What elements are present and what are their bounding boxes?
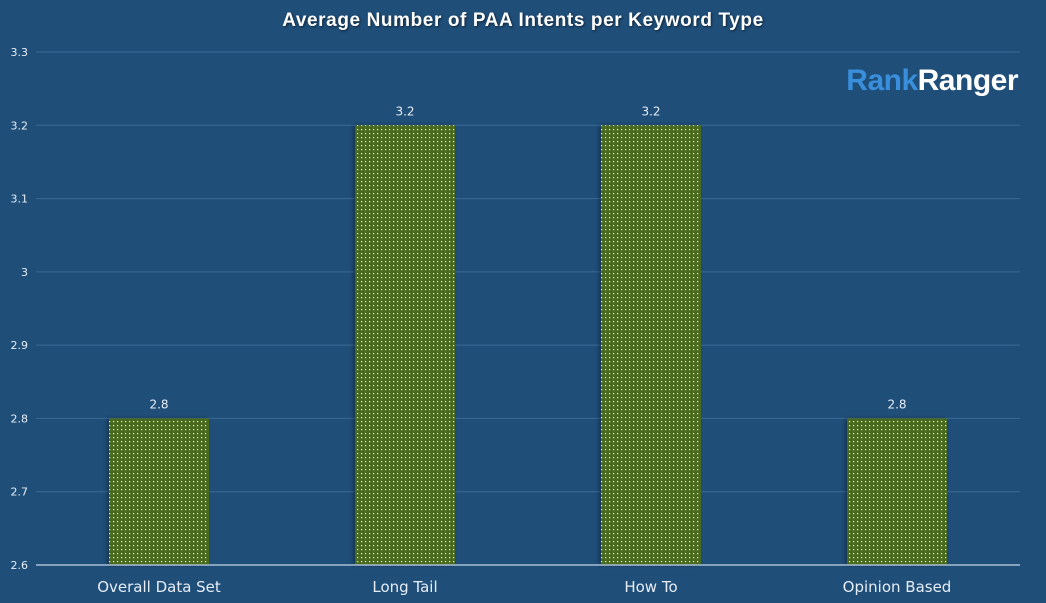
y-tick-label: 3.3 xyxy=(11,46,29,59)
bar xyxy=(109,418,209,565)
x-category-label: Opinion Based xyxy=(843,578,952,596)
chart-container: Average Number of PAA Intents per Keywor… xyxy=(0,0,1046,603)
bar xyxy=(601,125,701,566)
y-tick-label: 3.2 xyxy=(11,119,29,132)
y-tick-label: 3.1 xyxy=(11,193,29,206)
bar xyxy=(847,418,947,565)
bar-chart-plot: 2.6 2.7 2.8 2.9 3 3.1 3.2 3.3 2.8 3.2 3.2 2.8 Over… xyxy=(11,46,1020,596)
y-tick-label: 2.9 xyxy=(11,339,29,352)
y-tick-label: 2.8 xyxy=(11,412,29,425)
bar-data-label: 2.8 xyxy=(887,397,906,411)
data-labels: 2.8 3.2 3.2 2.8 xyxy=(149,104,906,411)
y-tick-label: 2.6 xyxy=(11,559,29,572)
bar xyxy=(355,125,455,566)
x-category-label: How To xyxy=(624,578,677,596)
y-tick-label: 2.7 xyxy=(11,486,29,499)
x-axis-category-labels: Overall Data Set Long Tail How To Opinion B… xyxy=(97,578,951,596)
x-category-label: Long Tail xyxy=(372,578,437,596)
x-category-label: Overall Data Set xyxy=(97,578,221,596)
y-axis-tick-labels: 2.6 2.7 2.8 2.9 3 3.1 3.2 3.3 xyxy=(11,46,29,572)
y-tick-label: 3 xyxy=(21,266,28,279)
bar-data-label: 2.8 xyxy=(149,397,168,411)
bar-data-label: 3.2 xyxy=(395,104,414,118)
bar-data-label: 3.2 xyxy=(641,104,660,118)
